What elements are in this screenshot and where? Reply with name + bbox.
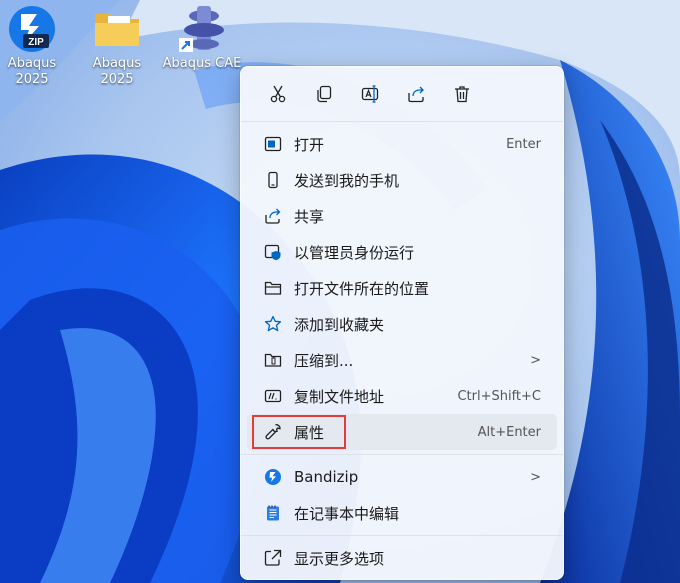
menu-item-label: 压缩到... [294, 351, 354, 370]
context-menu-toolbar [241, 67, 563, 121]
menu-item-label: 添加到收藏夹 [294, 315, 385, 334]
menu-item-label: 发送到我的手机 [294, 171, 400, 190]
menu-item-label: 显示更多选项 [294, 549, 385, 568]
rename-button[interactable] [347, 76, 393, 112]
folder-icon [92, 4, 142, 54]
more-options-icon [264, 549, 282, 566]
cut-button[interactable] [255, 76, 301, 112]
delete-button[interactable] [439, 76, 485, 112]
menu-item-compress-to[interactable]: 压缩到... > [247, 342, 557, 378]
share-icon [265, 208, 281, 224]
menu-item-shortcut: Enter [506, 136, 541, 152]
menu-item-label: 打开文件所在的位置 [294, 279, 430, 298]
chevron-right-icon: > [530, 352, 541, 368]
desktop-icon-label: Abaqus 2025 [7, 56, 57, 87]
menu-item-add-to-favorites[interactable]: 添加到收藏夹 [247, 306, 557, 342]
copy-button[interactable] [301, 76, 347, 112]
chevron-right-icon: > [530, 469, 541, 485]
star-icon [264, 315, 282, 332]
abaqus-cae-shortcut-icon [177, 4, 227, 54]
rename-icon [361, 85, 379, 103]
menu-item-label: 打开 [294, 135, 325, 154]
phone-icon [268, 171, 278, 189]
cut-icon [270, 85, 286, 103]
desktop-icon-abaqus-cae[interactable]: Abaqus CAE [162, 4, 242, 72]
folder-icon [264, 281, 282, 295]
menu-item-open[interactable]: 打开 Enter [247, 126, 557, 162]
menu-item-shortcut: Ctrl+Shift+C [457, 388, 541, 404]
menu-item-run-as-admin[interactable]: 以管理员身份运行 [247, 234, 557, 270]
menu-item-send-to-phone[interactable]: 发送到我的手机 [247, 162, 557, 198]
compress-icon [264, 353, 282, 367]
menu-item-show-more-options[interactable]: 显示更多选项 [247, 540, 557, 576]
menu-item-share[interactable]: 共享 [247, 198, 557, 234]
notepad-icon [267, 505, 279, 521]
admin-shield-icon [264, 244, 281, 261]
menu-item-open-file-location[interactable]: 打开文件所在的位置 [247, 270, 557, 306]
menu-item-label: 属性 [294, 423, 325, 442]
menu-item-shortcut: Alt+Enter [477, 424, 541, 440]
context-menu: 打开 Enter 发送到我的手机 共享 以管理员身份运行 打开文件所在的位置 添… [240, 66, 564, 580]
menu-item-edit-in-notepad[interactable]: 在记事本中编辑 [247, 495, 557, 531]
menu-item-label: 在记事本中编辑 [294, 504, 400, 523]
menu-item-label: 以管理员身份运行 [294, 243, 415, 262]
bandizip-zip-icon: ZIP [7, 4, 57, 54]
menu-item-label: 共享 [294, 207, 325, 226]
menu-item-label: 复制文件地址 [294, 387, 385, 406]
delete-icon [455, 86, 469, 103]
menu-item-copy-path[interactable]: 复制文件地址 Ctrl+Shift+C [247, 378, 557, 414]
copy-path-icon [264, 389, 282, 403]
menu-item-bandizip[interactable]: Bandizip > [247, 459, 557, 495]
desktop-icon-bandizip[interactable]: ZIP Abaqus 2025 [0, 4, 72, 88]
open-icon [264, 136, 282, 152]
copy-icon [317, 85, 332, 103]
share-button[interactable] [393, 76, 439, 112]
desktop-icon-folder[interactable]: Abaqus 2025 [77, 4, 157, 88]
svg-text:ZIP: ZIP [28, 37, 44, 48]
menu-item-label: Bandizip [294, 468, 359, 486]
desktop-icon-label: Abaqus 2025 [92, 56, 142, 87]
wrench-icon [265, 424, 281, 440]
bandizip-icon [265, 469, 281, 485]
share-icon [408, 86, 424, 103]
menu-item-properties[interactable]: 属性 Alt+Enter [247, 414, 557, 450]
desktop-icon-label: Abaqus CAE [162, 56, 242, 71]
